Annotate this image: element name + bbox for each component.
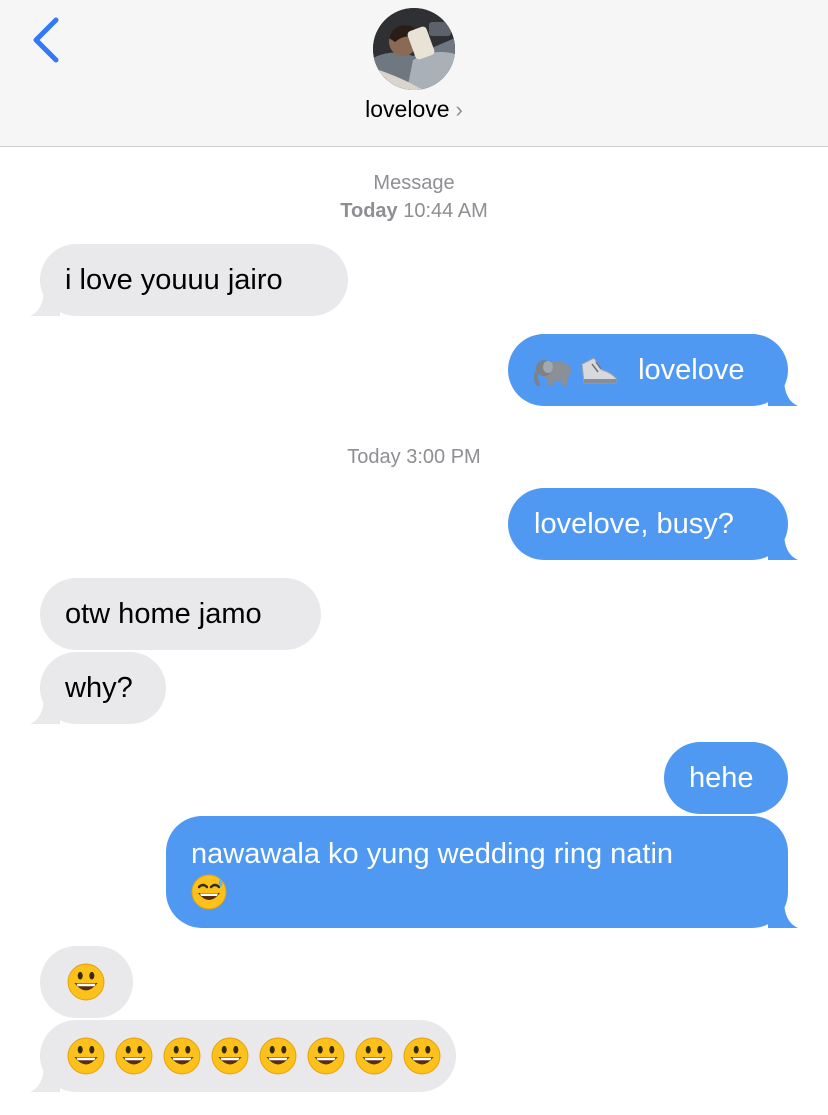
message-bubble-incoming[interactable] <box>30 1020 456 1092</box>
smiley-emoji <box>67 963 105 1001</box>
timestamp: Today 10:44 AM <box>0 200 828 223</box>
bubble-tail <box>768 378 798 406</box>
message-label: Message <box>373 172 455 194</box>
message-text: lovelove <box>638 354 745 386</box>
smiley-emoji <box>259 1037 297 1075</box>
message-bubble-outgoing[interactable]: lovelove, busy? <box>508 488 798 560</box>
contact-name-button[interactable]: lovelove › <box>0 96 828 123</box>
grinning-sweat-emoji <box>191 874 227 910</box>
message-bubble-outgoing[interactable]: hehe <box>664 742 788 814</box>
message-text: otw home jamo <box>65 598 262 630</box>
smiley-emoji <box>163 1037 201 1075</box>
back-button[interactable] <box>22 14 72 68</box>
message-bubble-incoming[interactable]: why? <box>30 652 166 724</box>
message-bubble-incoming[interactable]: i love youuu jairo <box>30 244 348 316</box>
elephant-icon <box>534 360 571 387</box>
message-text: hehe <box>689 762 754 794</box>
message-text: nawawala ko yung wedding ring natin <box>191 838 674 870</box>
contact-name: lovelove <box>365 96 450 122</box>
chevron-left-icon <box>33 17 59 63</box>
message-bubble-outgoing[interactable]: lovelove <box>508 334 798 406</box>
smiley-emoji <box>115 1037 153 1075</box>
timestamp-time: 10:44 AM <box>403 200 488 222</box>
timestamp-day: Today <box>340 200 398 222</box>
sneaker-icon <box>581 357 617 384</box>
message-bubble-outgoing[interactable]: nawawala ko yung wedding ring natin <box>166 816 798 928</box>
message-text: i love youuu jairo <box>65 264 283 296</box>
bubble-tail <box>30 288 60 316</box>
chevron-right-icon: › <box>455 97 463 122</box>
bubble-tail <box>768 900 798 928</box>
bubble-tail <box>768 532 798 560</box>
conversation-header: lovelove › <box>0 0 828 147</box>
message-bubble-incoming[interactable]: otw home jamo <box>40 578 321 650</box>
avatar[interactable] <box>373 8 455 90</box>
smiley-emoji <box>307 1037 345 1075</box>
avatar-photo <box>373 8 455 90</box>
smiley-emoji <box>355 1037 393 1075</box>
smiley-emoji <box>211 1037 249 1075</box>
message-bubble-incoming[interactable] <box>40 946 133 1018</box>
message-text: why? <box>65 672 133 704</box>
bubble-tail <box>30 1064 60 1092</box>
timestamp: Today 3:00 PM <box>347 446 481 468</box>
smiley-emoji <box>403 1037 441 1075</box>
smiley-emoji <box>67 1037 105 1075</box>
bubble-tail <box>30 696 60 724</box>
message-text: lovelove, busy? <box>534 508 734 540</box>
